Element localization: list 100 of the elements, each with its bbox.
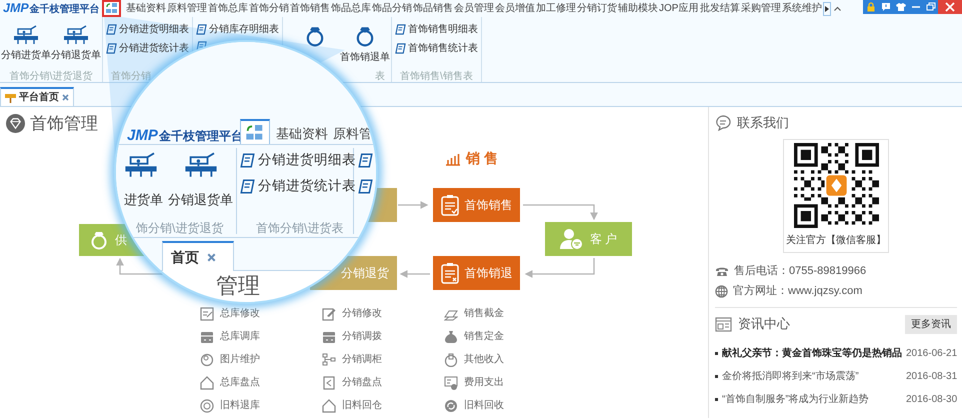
tab[interactable]: 平台首页	[0, 87, 74, 106]
menu-item[interactable]: 加工修理	[536, 0, 577, 17]
person-icon	[560, 228, 584, 250]
pencil-icon	[322, 306, 336, 320]
clipboard-check-icon	[440, 194, 458, 216]
coin-icon	[200, 398, 214, 412]
clipboard-x-icon	[440, 262, 458, 284]
report-link[interactable]: 首饰销售明细表	[394, 22, 479, 37]
layout-toggle-button[interactable]	[102, 0, 121, 17]
document-icon	[395, 43, 406, 54]
menu-item[interactable]: 饰品销售	[413, 0, 454, 17]
minimize-icon	[912, 6, 920, 8]
qr-caption: 关注官方【微信客服】	[786, 234, 886, 248]
menu-item[interactable]: JOP应用	[659, 0, 700, 17]
menu-item[interactable]: 采购管理	[741, 0, 782, 17]
desk-upload-icon	[184, 152, 218, 178]
ribbon-button-label[interactable]: 进货单	[124, 190, 163, 210]
document-icon	[240, 152, 255, 168]
menu-item[interactable]: 饰品总库	[331, 0, 372, 17]
menu-item[interactable]: 原料管理	[167, 0, 208, 17]
report-link[interactable]: 分销进货明细表	[240, 150, 356, 170]
ribbon-button[interactable]: 分销进货单	[2, 19, 50, 69]
menu-item[interactable]: 会员管理	[454, 0, 495, 17]
news-link[interactable]: “首饰自制服务”将成为行业新趋势	[715, 392, 902, 407]
house-icon	[322, 398, 336, 412]
close-button[interactable]	[938, 0, 962, 14]
shortcut-link[interactable]: 图片维护	[200, 348, 260, 371]
menu-item[interactable]: 首饰销售	[290, 0, 331, 17]
shortcut-link[interactable]: 旧料回收	[444, 394, 504, 417]
ribbon-button-label[interactable]: 分销退货单	[168, 190, 233, 210]
shortcut-link[interactable]: 销售截金	[444, 302, 504, 325]
chevron-up-icon	[834, 6, 840, 11]
shortcut-link[interactable]: 分销盘点	[322, 371, 382, 394]
group-label: 首饰分销\进货表	[256, 220, 344, 237]
shortcut-link[interactable]: 分销修改	[322, 302, 382, 325]
shortcut-link[interactable]: 旧料回仓	[322, 394, 382, 417]
flow-node[interactable]: 首饰销退	[433, 256, 520, 290]
report-link[interactable]: 分销库存明细表	[195, 22, 280, 37]
shortcut-link[interactable]: 分销调拨	[322, 325, 382, 348]
shortcut-link[interactable]: 总库修改	[200, 302, 260, 325]
chat-bubble-icon	[715, 115, 731, 131]
report-link[interactable]: 分销进货统计表	[240, 176, 356, 196]
ring-icon	[304, 25, 326, 47]
news-link[interactable]: 献礼父亲节：黄金首饰珠宝等仍是热销品	[715, 346, 902, 361]
tree-icon	[322, 352, 336, 366]
newspaper-icon	[715, 316, 732, 332]
triangle-icon	[825, 6, 829, 12]
group-label: 表	[375, 71, 385, 82]
menu-item[interactable]: 辅助模块	[618, 0, 659, 17]
menu-item[interactable]: 基础资料	[276, 124, 328, 144]
shortcut-link[interactable]: 总库盘点	[200, 371, 260, 394]
menu-item[interactable]: 首饰总库	[208, 0, 249, 17]
shortcut-link[interactable]: 旧料退库	[200, 394, 260, 417]
flow-node[interactable]: 首饰销售	[433, 188, 520, 222]
shirt-icon	[896, 2, 906, 12]
document-icon	[322, 376, 336, 390]
scroll-right-button[interactable]	[823, 2, 831, 16]
restore-icon	[926, 2, 936, 12]
document-icon	[395, 24, 406, 35]
ring-icon	[89, 230, 109, 250]
section-title: 销 售	[466, 149, 498, 168]
shortcut-link[interactable]: 分销调柜	[322, 348, 382, 371]
house-icon	[200, 376, 214, 390]
ribbon-button[interactable]: 分销退货单	[52, 19, 100, 69]
menu-item[interactable]: 会员增值	[495, 0, 536, 17]
report-link[interactable]: 首饰销售统计表	[394, 41, 479, 56]
menu-item[interactable]: 饰品分销	[372, 0, 413, 17]
tab[interactable]: 首页	[162, 241, 234, 271]
phone-number: 售后电话：0755-89819966	[734, 264, 866, 279]
news-date: 2016-08-30	[906, 393, 957, 407]
ribbon-button[interactable]: 首饰销退单	[341, 19, 389, 69]
circle-icon	[200, 352, 214, 366]
report-link[interactable]: 分销进货统计表	[105, 41, 190, 56]
app-logo: JMP金千枝管理平台	[2, 0, 100, 18]
shortcut-link[interactable]: 销售定金	[444, 325, 504, 348]
news-link[interactable]: 金价将抵消即将到来“市场震荡”	[715, 369, 902, 384]
flow-arrow	[524, 258, 595, 278]
shortcut-link[interactable]: 其他收入	[444, 348, 504, 371]
menu-item[interactable]: 首饰分销	[249, 0, 290, 17]
bar-chart-icon	[445, 152, 461, 166]
menu-item[interactable]: 分销订货	[577, 0, 618, 17]
report-link[interactable]: 分销进货明细表	[105, 22, 190, 37]
lock-icon	[866, 2, 876, 12]
phone-icon	[715, 266, 729, 276]
shortcut-link[interactable]: 总库调库	[200, 325, 260, 348]
menu-item[interactable]: 系统维护	[782, 0, 823, 17]
more-news-button[interactable]: 更多资讯	[905, 314, 957, 334]
menu-item[interactable]: 批发结算	[700, 0, 741, 17]
purse-icon	[444, 352, 458, 366]
ring-icon	[354, 25, 376, 47]
section-title: 联系我们	[737, 114, 789, 132]
group-label: 首饰分销\进货退货	[10, 71, 92, 82]
layout-toggle-tab[interactable]	[240, 119, 270, 144]
pin-icon	[5, 92, 16, 103]
document-icon	[358, 153, 373, 168]
recycle-icon	[444, 398, 458, 412]
shortcut-link[interactable]: 费用支出	[444, 371, 504, 394]
form-icon	[200, 306, 214, 320]
menu-item[interactable]: 基础资料	[126, 0, 167, 17]
theme-button[interactable]	[893, 0, 908, 14]
